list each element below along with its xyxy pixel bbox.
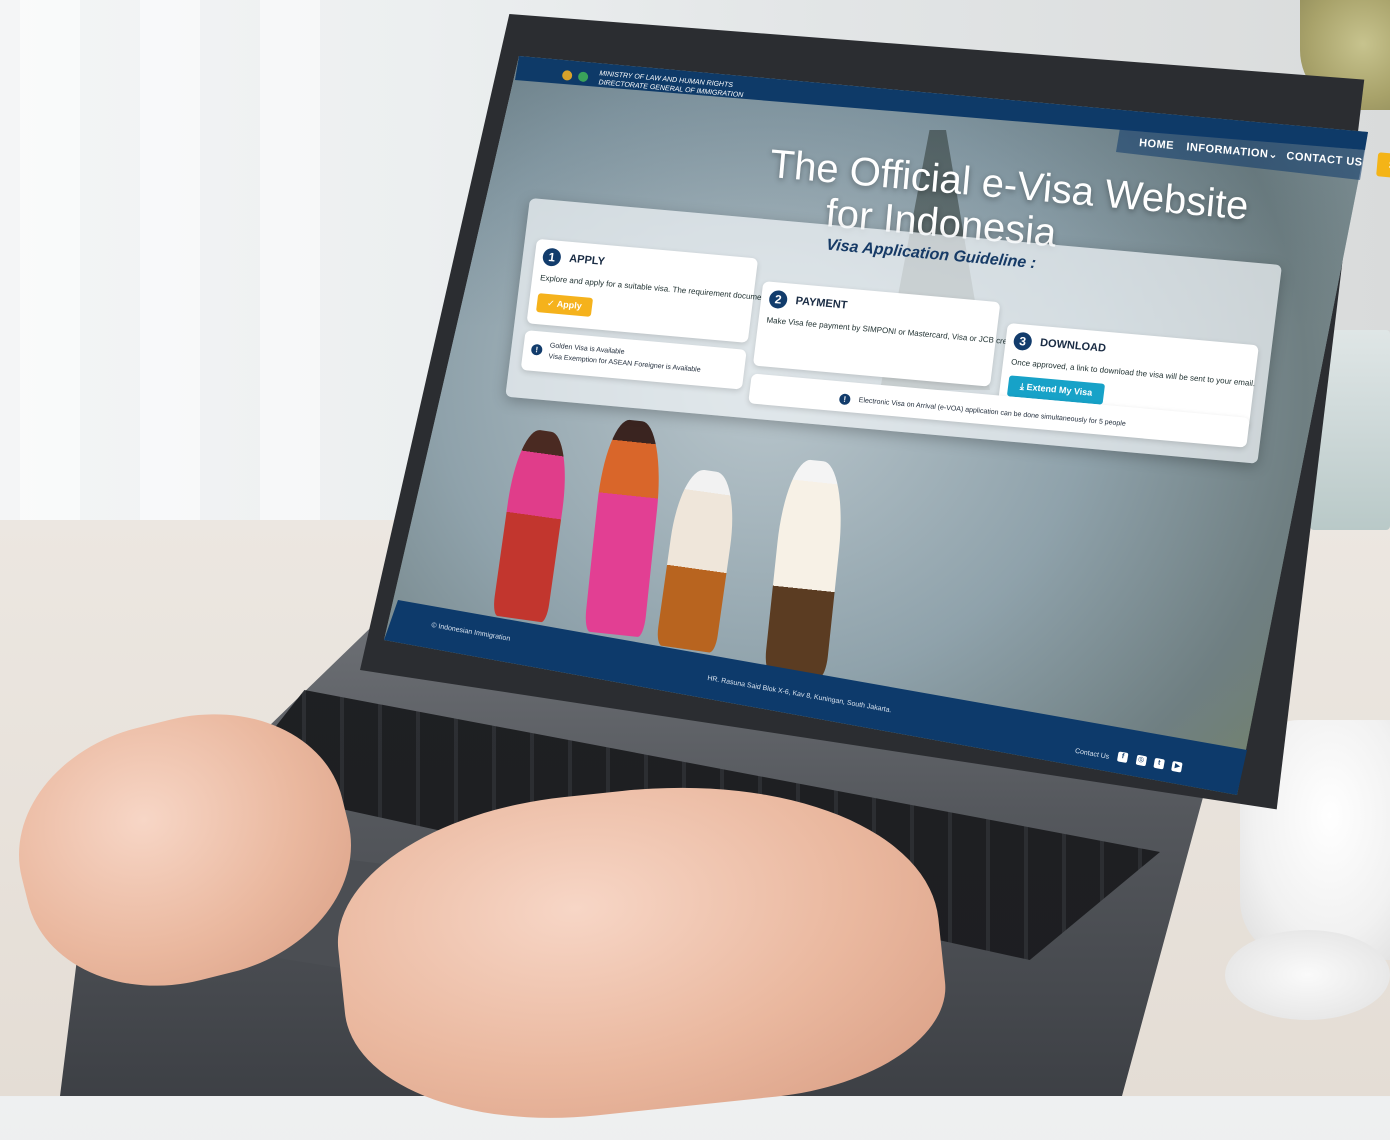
- nav-home[interactable]: HOME: [1139, 137, 1175, 152]
- sign-in-button[interactable]: Sign In: [1375, 152, 1390, 182]
- step-number: 1: [541, 247, 562, 267]
- info-icon: !: [838, 393, 851, 406]
- immigration-emblem-icon: [578, 71, 589, 83]
- twitter-icon[interactable]: t: [1153, 757, 1165, 770]
- apply-button-label: Apply: [556, 298, 583, 311]
- footer-contact-label: Contact Us: [1074, 747, 1110, 761]
- garuda-emblem-icon: [561, 69, 573, 81]
- step-number: 3: [1012, 331, 1033, 352]
- chevron-down-icon: ⌄: [1267, 148, 1279, 162]
- step-number: 2: [768, 289, 789, 310]
- step-title: PAYMENT: [794, 295, 849, 312]
- facebook-icon[interactable]: f: [1117, 751, 1129, 763]
- youtube-icon[interactable]: ▶: [1171, 760, 1184, 773]
- step-title: DOWNLOAD: [1039, 336, 1107, 355]
- apply-button[interactable]: ✓ Apply: [535, 293, 593, 317]
- info-icon: !: [530, 344, 543, 356]
- instagram-icon[interactable]: ◎: [1135, 754, 1147, 766]
- step-title: APPLY: [568, 252, 606, 268]
- extend-visa-button-label: Extend My Visa: [1026, 381, 1093, 398]
